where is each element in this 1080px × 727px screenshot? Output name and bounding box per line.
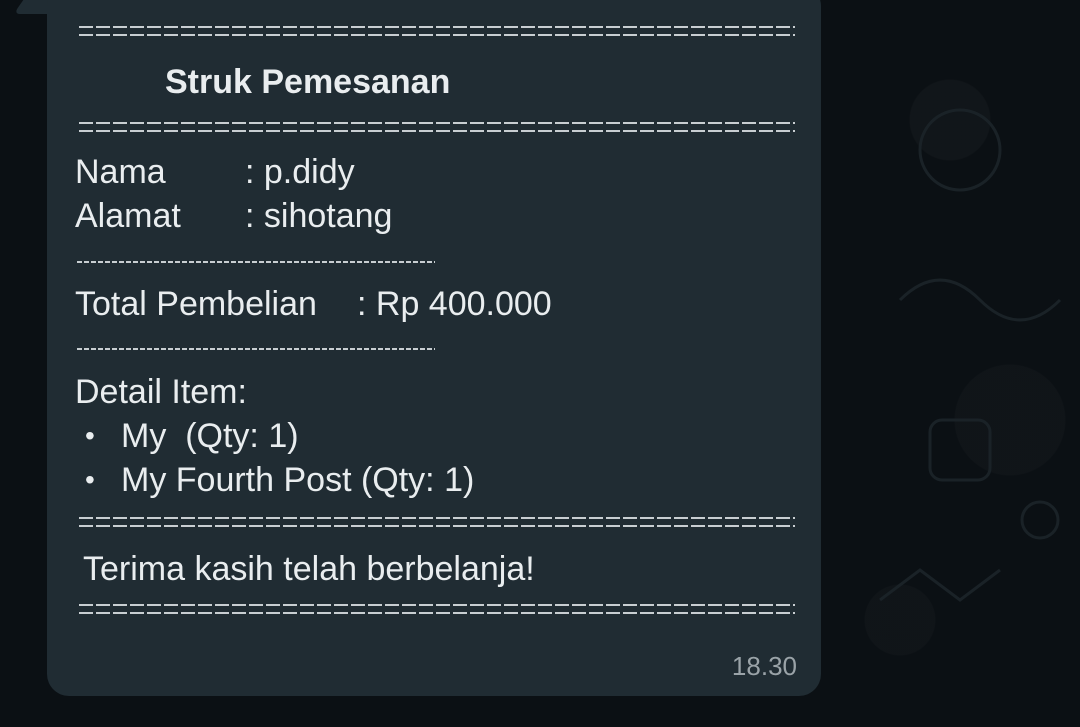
- alamat-value: : sihotang: [245, 197, 393, 235]
- bullet-icon: •: [85, 420, 95, 451]
- separator-double: [79, 603, 795, 615]
- item-line: My (Qty: 1): [121, 417, 299, 455]
- receipt-title: Struk Pemesanan: [165, 63, 451, 101]
- item-line: My Fourth Post (Qty: 1): [121, 461, 475, 499]
- separator-double: [79, 516, 795, 528]
- bullet-icon: •: [85, 464, 95, 495]
- separator-double: [79, 121, 795, 133]
- detail-heading: Detail Item:: [75, 373, 247, 411]
- total-value: : Rp 400.000: [357, 285, 552, 323]
- wallpaper-doodle-icon: [879, 108, 1062, 602]
- total-label: Total Pembelian: [75, 285, 317, 323]
- alamat-label: Alamat: [75, 197, 181, 235]
- separator-double: [79, 25, 795, 37]
- message-timestamp: 18.30: [731, 651, 797, 681]
- nama-value: : p.didy: [245, 153, 355, 191]
- thank-you-message: Terima kasih telah berbelanja!: [83, 550, 535, 588]
- message-bubble[interactable]: Struk Pemesanan Nama : p.didy Alamat : s…: [47, 0, 821, 696]
- nama-label: Nama: [75, 153, 166, 191]
- separator-dashed: [77, 348, 435, 350]
- separator-dashed: [77, 261, 435, 263]
